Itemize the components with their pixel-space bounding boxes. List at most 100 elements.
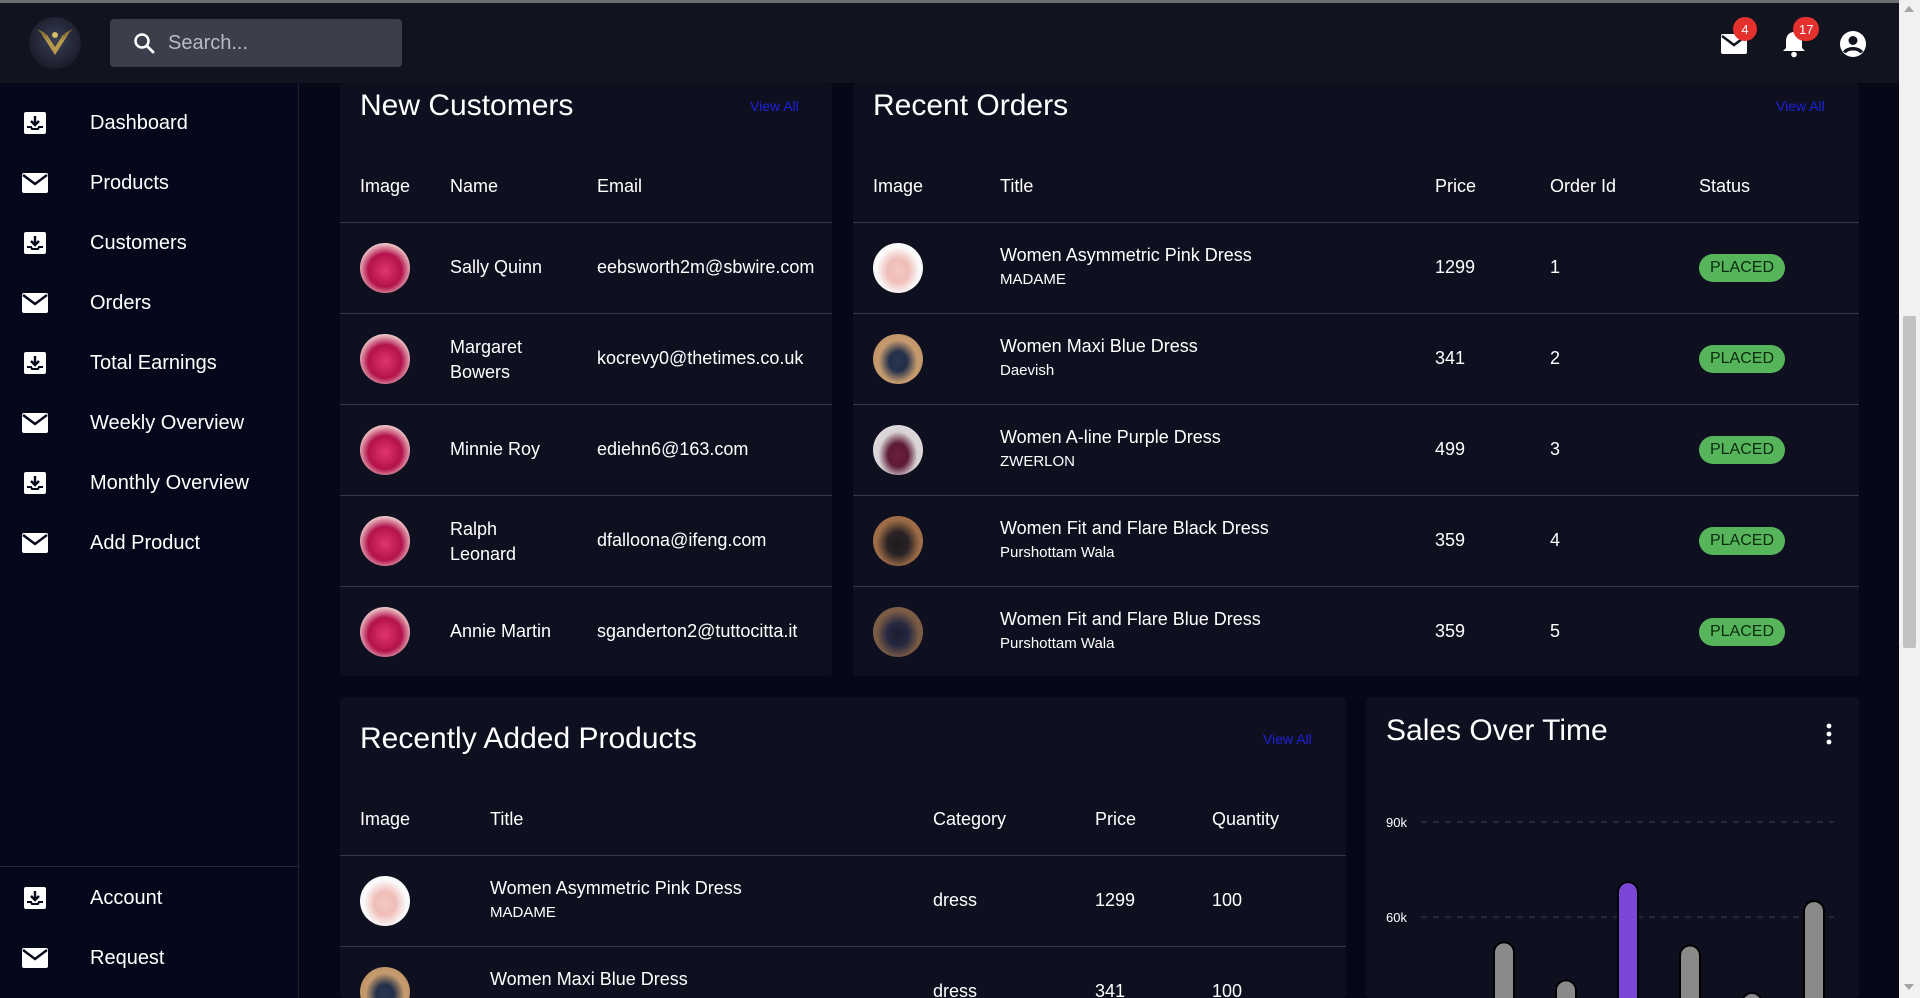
chart-bar[interactable] (1742, 992, 1762, 998)
customer-avatar (360, 607, 410, 657)
sidebar-item-label: Customers (90, 231, 187, 254)
view-all-link[interactable]: View All (1776, 98, 1825, 114)
mail-icon (22, 410, 48, 436)
account-circle-icon (1840, 31, 1866, 57)
mail-icon (22, 945, 48, 971)
chart-bar[interactable] (1493, 941, 1515, 998)
card-title: Recent Orders (873, 89, 1069, 122)
sidebar-item-monthly-overview[interactable]: Monthly Overview (0, 459, 299, 507)
column-header: Name (450, 176, 499, 196)
mail-icon (22, 530, 48, 556)
notifications-button[interactable]: 17 (1777, 17, 1820, 61)
sidebar-item-request[interactable]: Request (0, 934, 299, 982)
sidebar-item-label: Total Earnings (90, 351, 217, 374)
sidebar-item-weekly-overview[interactable]: Weekly Overview (0, 399, 299, 447)
table-divider (340, 946, 1346, 947)
sidebar-item-products[interactable]: Products (0, 159, 299, 207)
product-category: dress (933, 981, 978, 998)
mail-icon (22, 170, 48, 196)
order-id: 4 (1550, 530, 1561, 550)
top-header: 4 17 (0, 3, 1899, 83)
search-input[interactable] (168, 31, 388, 55)
sidebar-divider (0, 866, 299, 867)
sidebar-item-dashboard[interactable]: Dashboard (0, 99, 299, 147)
chart-bar[interactable] (1617, 881, 1639, 998)
mail-badge: 4 (1733, 17, 1757, 41)
brand-logo[interactable] (29, 17, 81, 69)
mail-button[interactable]: 4 (1717, 17, 1757, 61)
inbox-download-icon (22, 350, 48, 376)
customer-email: kocrevy0@thetimes.co.uk (597, 348, 804, 368)
customer-avatar (360, 425, 410, 475)
sidebar-item-add-product[interactable]: Add Product (0, 519, 299, 567)
customer-email: sganderton2@tuttocitta.it (597, 621, 798, 641)
account-button[interactable] (1836, 27, 1870, 61)
scroll-down-arrow[interactable] (1904, 984, 1914, 990)
column-header: Price (1435, 176, 1477, 196)
sidebar-item-label: Account (90, 886, 163, 909)
product-thumbnail (873, 516, 923, 566)
recent-orders-card: Recent Orders View All Image Title Price… (853, 83, 1859, 676)
sidebar-item-total-earnings[interactable]: Total Earnings (0, 339, 299, 387)
customer-name: Sally Quinn (450, 257, 543, 277)
chart-bar[interactable] (1555, 979, 1577, 998)
column-header: Category (933, 809, 1007, 829)
scroll-up-arrow[interactable] (1904, 6, 1914, 12)
notification-badge: 17 (1793, 17, 1820, 41)
status-badge: PLACED (1699, 254, 1785, 282)
order-brand: Daevish (1000, 362, 1055, 379)
order-brand: Purshottam Wala (1000, 635, 1115, 652)
status-badge: PLACED (1699, 345, 1785, 373)
order-id: 3 (1550, 439, 1561, 459)
sidebar-item-label: Orders (90, 291, 152, 314)
table-divider (340, 495, 832, 496)
product-category: dress (933, 890, 978, 910)
product-price: 1299 (1095, 890, 1136, 910)
sidebar-item-orders[interactable]: Orders (0, 279, 299, 327)
column-header: Price (1095, 809, 1137, 829)
product-price: 341 (1095, 981, 1126, 998)
recent-products-card: Recently Added Products View All Image T… (340, 697, 1346, 998)
chart-bar[interactable] (1679, 944, 1701, 998)
column-header: Image (360, 809, 411, 829)
order-brand: MADAME (1000, 271, 1066, 288)
status-badge: PLACED (1699, 436, 1785, 464)
sidebar-item-account[interactable]: Account (0, 874, 299, 922)
order-title: Women Asymmetric Pink Dress (1000, 245, 1252, 265)
card-title: New Customers (360, 89, 574, 122)
chart-bar[interactable] (1803, 900, 1825, 998)
sidebar-item-label: Monthly Overview (90, 471, 249, 494)
product-thumbnail (873, 607, 923, 657)
order-brand: ZWERLON (1000, 453, 1075, 470)
table-divider (340, 313, 832, 314)
search-box[interactable] (110, 19, 402, 67)
table-divider (853, 586, 1859, 587)
order-price: 1299 (1435, 257, 1476, 277)
order-price: 341 (1435, 348, 1466, 368)
view-all-link[interactable]: View All (1263, 731, 1312, 747)
column-header: Quantity (1212, 809, 1280, 829)
customer-avatar (360, 334, 410, 384)
order-price: 499 (1435, 439, 1466, 459)
product-thumbnail (873, 243, 923, 293)
sidebar: Dashboard Products Customers Orders Tota… (0, 83, 299, 998)
page-scrollbar[interactable] (1899, 0, 1920, 998)
product-thumbnail (873, 425, 923, 475)
table-divider (853, 495, 1859, 496)
customer-avatar (360, 516, 410, 566)
table-divider (340, 222, 832, 223)
sidebar-item-label: Dashboard (90, 111, 188, 134)
card-title: Recently Added Products (360, 722, 697, 755)
order-title: Women Maxi Blue Dress (1000, 336, 1198, 356)
search-icon (134, 33, 155, 54)
order-title: Women Fit and Flare Black Dress (1000, 518, 1269, 538)
sidebar-item-customers[interactable]: Customers (0, 219, 299, 267)
scroll-thumb[interactable] (1903, 316, 1916, 648)
view-all-link[interactable]: View All (750, 98, 799, 114)
customer-avatar (360, 243, 410, 293)
column-header: Title (1000, 176, 1034, 196)
sidebar-item-label: Weekly Overview (90, 411, 245, 434)
order-id: 2 (1550, 348, 1561, 368)
status-badge: PLACED (1699, 527, 1785, 555)
table-divider (340, 586, 832, 587)
